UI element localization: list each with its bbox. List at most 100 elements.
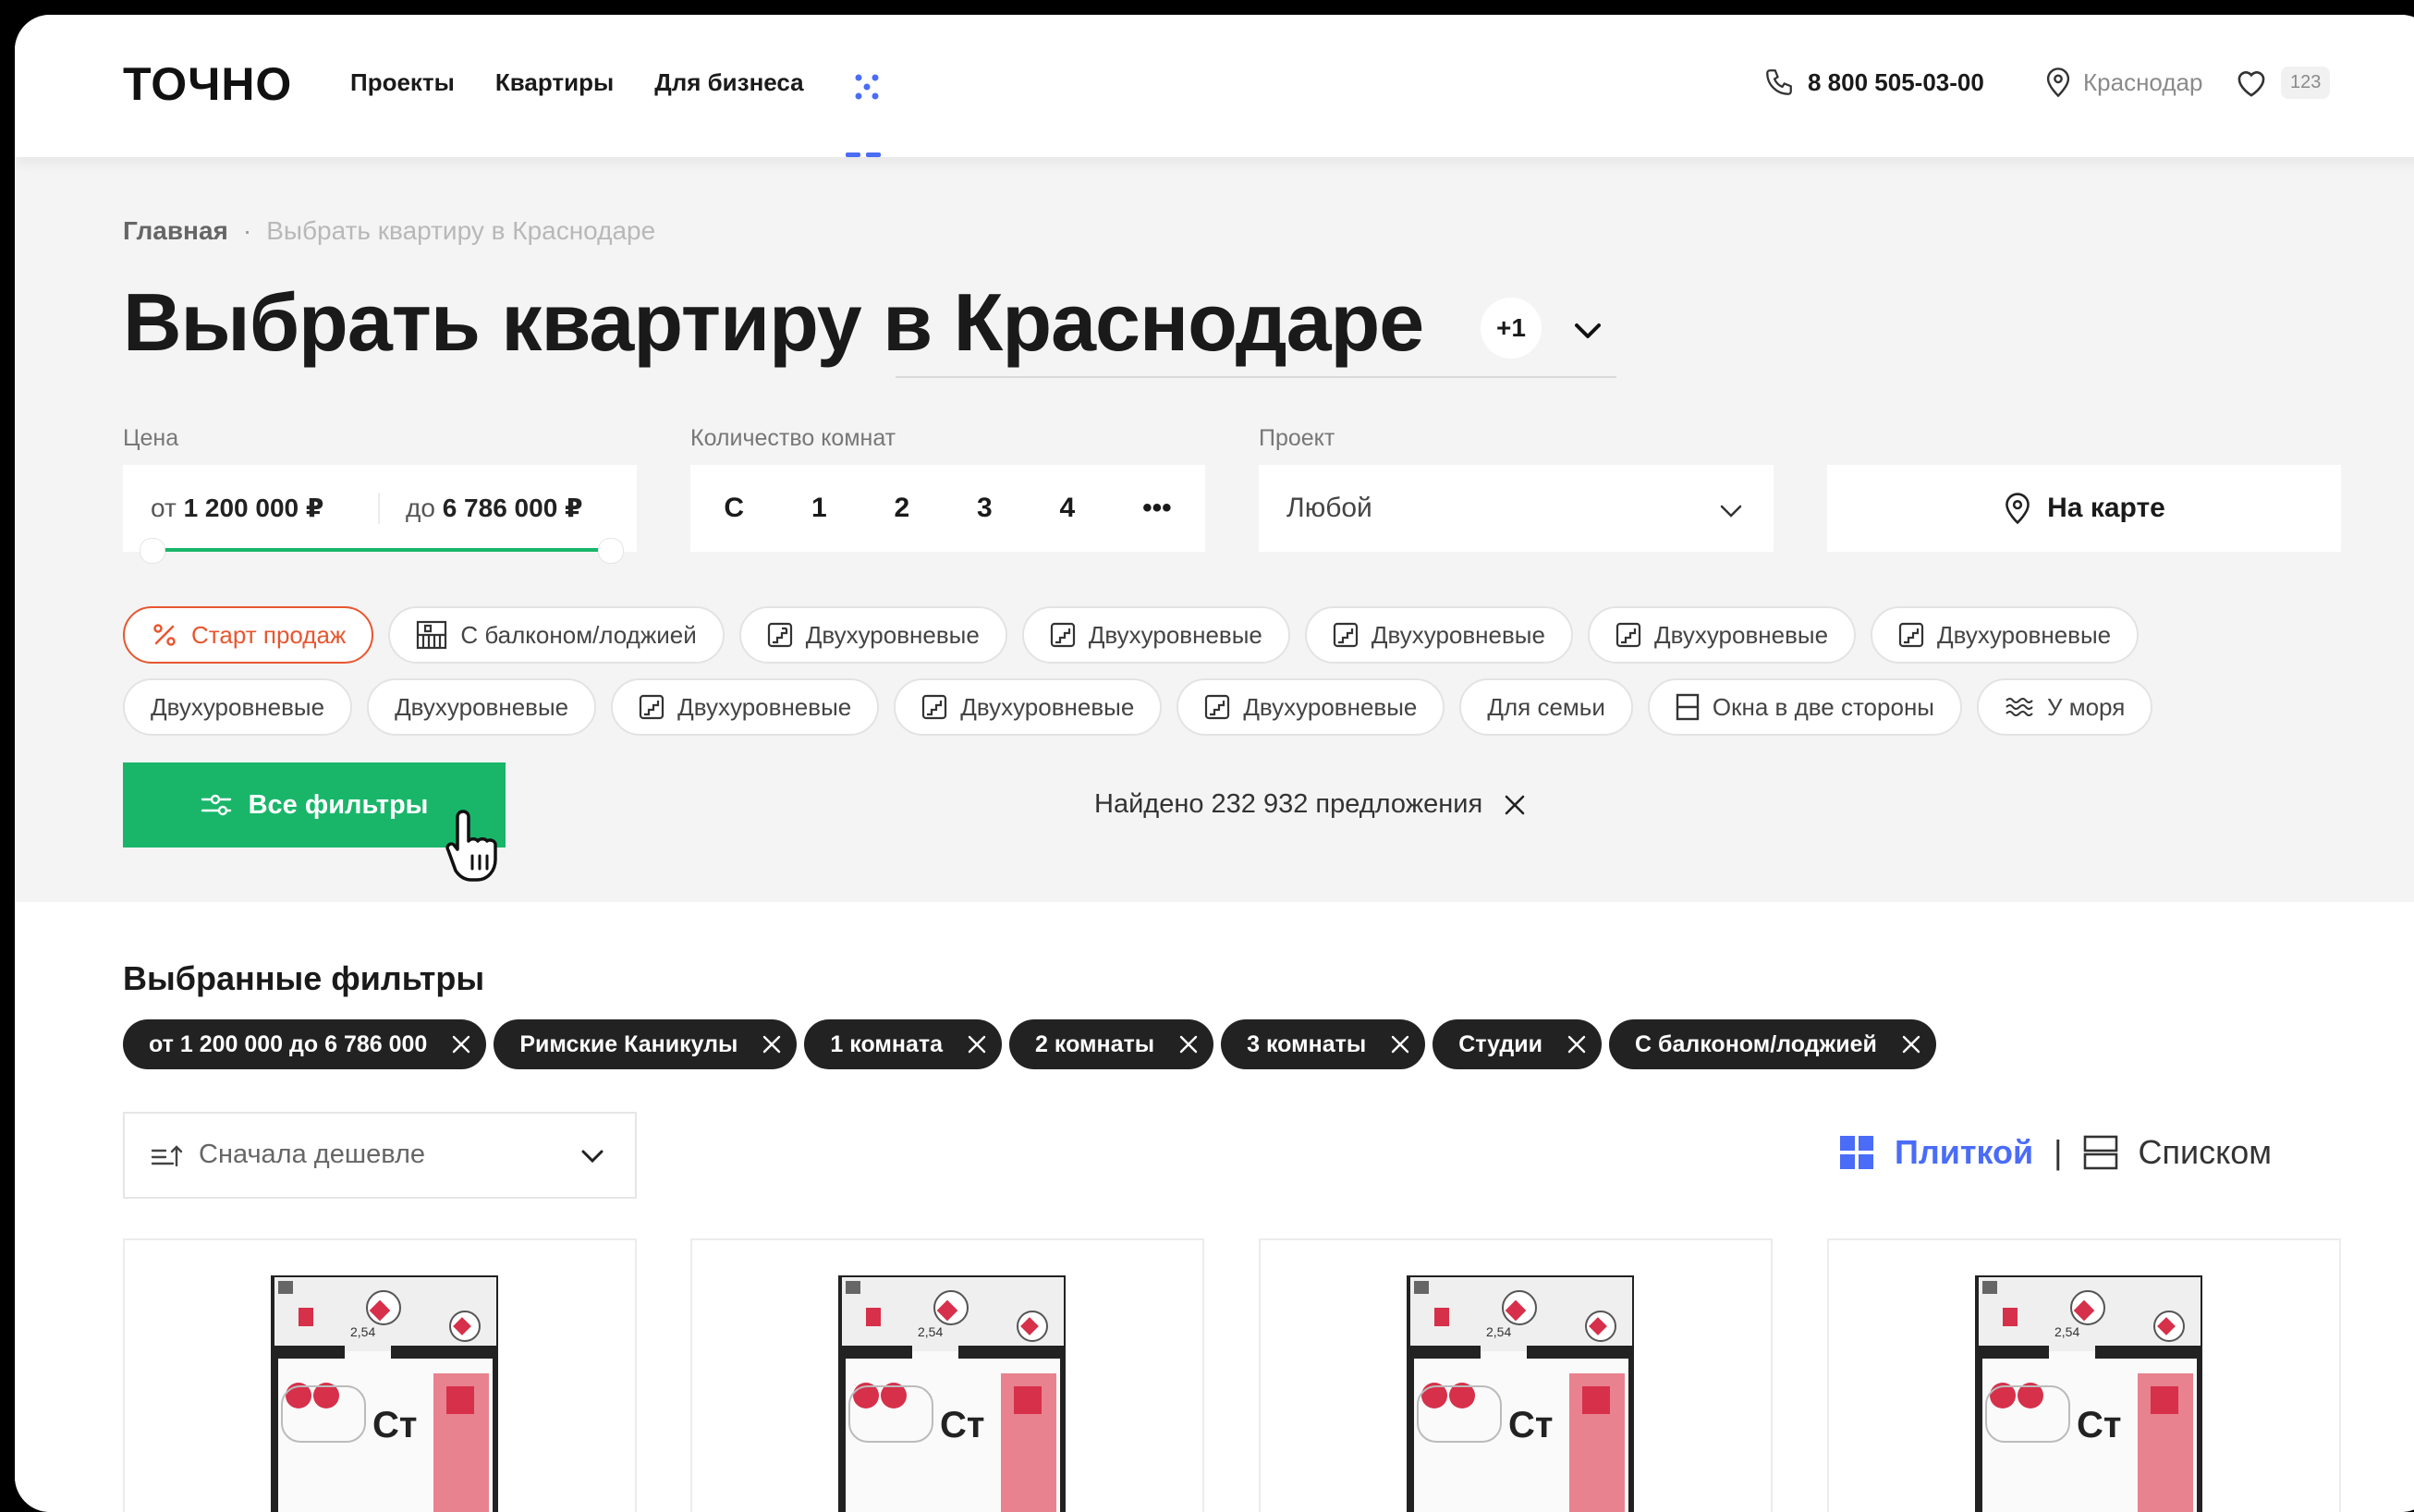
list-icon xyxy=(2083,1135,2117,1170)
tag-label: 2 комнаты xyxy=(1035,1030,1155,1057)
price-slider-track[interactable] xyxy=(149,548,620,552)
chip-duplex[interactable]: Двухуровневые xyxy=(1587,606,1857,664)
tag-label: от 1 200 000 до 6 786 000 xyxy=(149,1030,428,1057)
price-slider-max-handle[interactable] xyxy=(598,538,624,564)
close-icon[interactable] xyxy=(1503,793,1527,817)
selected-filter-tag[interactable]: 2 комнаты xyxy=(1009,1019,1214,1069)
chip-label: Двухуровневые xyxy=(960,692,1135,721)
close-icon[interactable] xyxy=(451,1034,471,1055)
selected-filters-title: Выбранные фильтры xyxy=(123,959,485,997)
tag-label: С балконом/лоджией xyxy=(1635,1030,1877,1057)
city-selector[interactable]: Краснодар xyxy=(2044,67,2202,98)
room-option-2[interactable]: 2 xyxy=(894,493,909,524)
selected-filter-tag[interactable]: 1 комната xyxy=(804,1019,1003,1069)
room-option-3[interactable]: 3 xyxy=(977,493,993,524)
selected-filter-tag[interactable]: 3 комнаты xyxy=(1221,1019,1426,1069)
phone-link[interactable]: 8 800 505-03-00 xyxy=(1763,67,1984,98)
chip-label: Старт продаж xyxy=(191,620,347,649)
chip-family[interactable]: Для семьи xyxy=(1459,678,1633,736)
favorites-link[interactable]: 123 xyxy=(2235,67,2331,99)
room-option-studio[interactable]: С xyxy=(724,493,744,524)
location-pin-icon xyxy=(2006,493,2030,525)
chip-sea[interactable]: У моря xyxy=(1976,678,2153,736)
chip-balcony[interactable]: С балконом/лоджией xyxy=(388,606,725,664)
selected-filter-tag[interactable]: от 1 200 000 до 6 786 000 xyxy=(123,1019,487,1069)
results-count-text: Найдено 232 932 предложения xyxy=(1094,789,1483,819)
project-select[interactable]: Любой xyxy=(1259,465,1774,552)
close-icon[interactable] xyxy=(1178,1034,1199,1055)
floor-plan-image: 2,54 Ст xyxy=(1407,1275,1634,1512)
close-icon[interactable] xyxy=(1901,1034,1921,1055)
close-icon[interactable] xyxy=(967,1034,987,1055)
selected-filter-tag[interactable]: Римские Каникулы xyxy=(494,1019,798,1069)
tag-label: 3 комнаты xyxy=(1247,1030,1367,1057)
chevron-down-icon xyxy=(1720,505,1742,518)
view-tile-button[interactable]: Плиткой xyxy=(1839,1133,2033,1172)
price-slider-min-handle[interactable] xyxy=(140,538,165,564)
plan-room-label: Ст xyxy=(2077,1405,2121,1445)
breadcrumb-home[interactable]: Главная xyxy=(123,216,228,246)
room-option-1[interactable]: 1 xyxy=(811,493,827,524)
breadcrumb: Главная · Выбрать квартиру в Краснодаре xyxy=(123,216,655,246)
plan-room-label: Ст xyxy=(940,1405,984,1445)
view-list-label: Списком xyxy=(2138,1133,2273,1171)
close-icon[interactable] xyxy=(1390,1034,1410,1055)
more-menu-icon[interactable] xyxy=(850,70,884,104)
nav-item-business[interactable]: Для бизнеса xyxy=(654,68,803,97)
top-header: ТОЧНО Проекты Квартиры Для бизнеса 8 800… xyxy=(15,15,2414,157)
rooms-label: Количество комнат xyxy=(690,425,896,451)
location-pin-icon xyxy=(2046,67,2070,98)
nav-item-projects[interactable]: Проекты xyxy=(350,68,455,97)
chip-duplex[interactable]: Двухуровневые xyxy=(1871,606,2140,664)
close-icon[interactable] xyxy=(1567,1034,1587,1055)
tag-label: 1 комната xyxy=(830,1030,944,1057)
city-dropdown-underline xyxy=(896,376,1616,378)
chevron-down-icon[interactable] xyxy=(1569,312,1606,349)
room-option-more[interactable]: ••• xyxy=(1142,493,1172,524)
floor-plan-image: 2,54 Ст xyxy=(1975,1275,2202,1512)
plan-room-label: Ст xyxy=(372,1405,417,1445)
apartment-card[interactable]: 2,54 Ст xyxy=(1827,1238,2341,1512)
nav-item-apartments[interactable]: Квартиры xyxy=(495,68,614,97)
selected-filters: от 1 200 000 до 6 786 000 Римские Канику… xyxy=(123,1019,1936,1069)
page-title: Выбрать квартиру в Краснодаре xyxy=(123,276,1424,368)
balcony-icon xyxy=(417,620,447,650)
view-list-button[interactable]: Списком xyxy=(2083,1133,2273,1172)
stairs-icon xyxy=(1898,622,1924,648)
price-to-field[interactable]: до 6 786 000 ₽ xyxy=(406,493,583,523)
map-button[interactable]: На карте xyxy=(1827,465,2341,552)
extra-city-badge[interactable]: +1 xyxy=(1481,298,1542,359)
price-from-value: 1 200 000 ₽ xyxy=(183,494,324,522)
chip-duplex[interactable]: Двухуровневые xyxy=(738,606,1007,664)
price-to-prefix: до xyxy=(406,494,435,522)
chip-duplex[interactable]: Двухуровневые xyxy=(1021,606,1290,664)
selected-filter-tag[interactable]: С балконом/лоджией xyxy=(1609,1019,1936,1069)
chip-two-side-windows[interactable]: Окна в две стороны xyxy=(1647,678,1962,736)
chip-duplex[interactable]: Двухуровневые xyxy=(1177,678,1445,736)
chip-duplex[interactable]: Двухуровневые xyxy=(367,678,597,736)
selected-filter-tag[interactable]: Студии xyxy=(1433,1019,1603,1069)
plan-dimension: 2,54 xyxy=(918,1324,943,1339)
close-icon[interactable] xyxy=(762,1034,782,1055)
apartment-card[interactable]: 2,54 Ст xyxy=(123,1238,637,1512)
apartment-card[interactable]: 2,54 Ст xyxy=(1259,1238,1773,1512)
chip-duplex[interactable]: Двухуровневые xyxy=(894,678,1163,736)
chip-label: Двухуровневые xyxy=(1088,620,1262,649)
rooms-selector: С 1 2 3 4 ••• xyxy=(690,465,1205,552)
plan-dimension: 2,54 xyxy=(2054,1324,2079,1339)
chip-label: Двухуровневые xyxy=(395,692,569,721)
city-name: Краснодар xyxy=(2083,67,2203,96)
chip-duplex[interactable]: Двухуровневые xyxy=(1304,606,1573,664)
logo[interactable]: ТОЧНО xyxy=(123,57,292,111)
price-from-field[interactable]: от 1 200 000 ₽ xyxy=(151,493,323,523)
chip-duplex[interactable]: Двухуровневые xyxy=(123,678,353,736)
apartment-card[interactable]: 2,54 Ст xyxy=(690,1238,1204,1512)
room-option-4[interactable]: 4 xyxy=(1060,493,1076,524)
plan-room-label: Ст xyxy=(1508,1405,1553,1445)
sort-select[interactable]: Сначала дешевле xyxy=(123,1112,637,1199)
price-range: от 1 200 000 ₽ до 6 786 000 ₽ xyxy=(123,465,637,552)
chip-label: Окна в две стороны xyxy=(1712,692,1934,721)
chip-duplex[interactable]: Двухуровневые xyxy=(611,678,880,736)
tag-label: Студии xyxy=(1458,1030,1543,1057)
chip-sales-start[interactable]: Старт продаж xyxy=(123,606,374,664)
